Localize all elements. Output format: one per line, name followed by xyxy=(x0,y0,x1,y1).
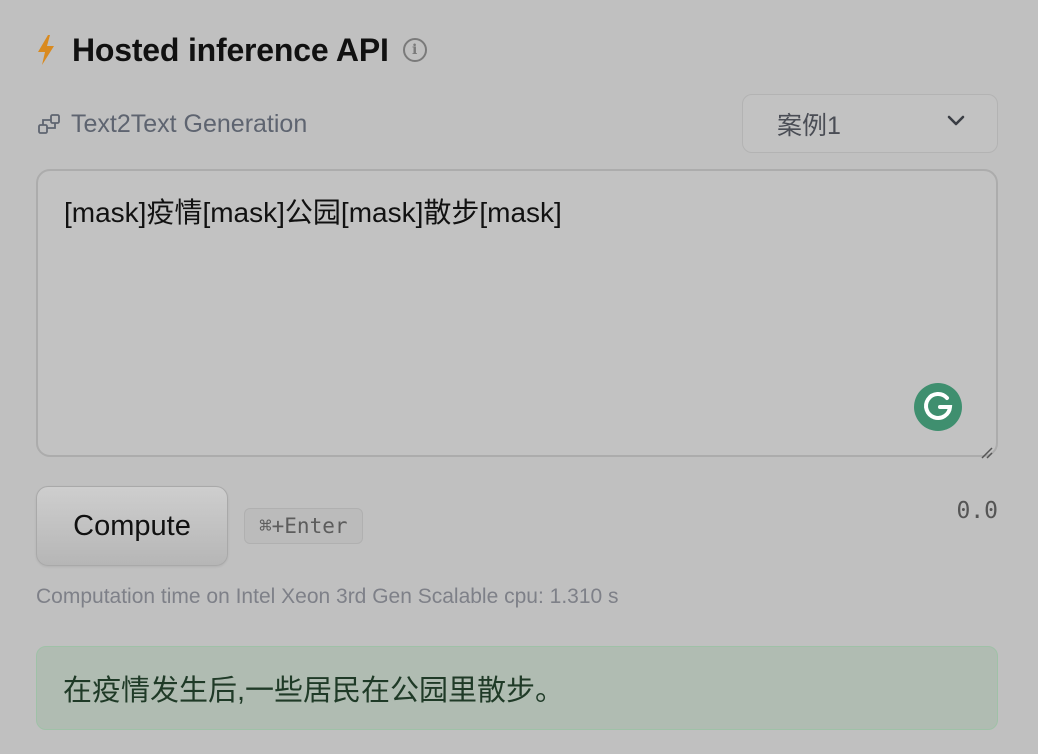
widget-title: Hosted inference API xyxy=(72,31,389,68)
examples-selected: 案例1 xyxy=(777,111,841,140)
resize-handle-icon[interactable] xyxy=(976,435,994,459)
grammarly-icon[interactable] xyxy=(914,383,962,431)
examples-dropdown[interactable]: 案例1 xyxy=(742,94,998,153)
input-textarea[interactable]: [mask]疫情[mask]公园[mask]散步[mask] xyxy=(36,169,998,459)
widget-header: Hosted inference API i xyxy=(36,28,427,72)
compute-button[interactable]: Compute xyxy=(36,486,228,566)
output-result: 在疫情发生后,一些居民在公园里散步。 xyxy=(36,646,998,730)
elapsed-timer: 0.0 xyxy=(956,498,998,524)
chevron-down-icon xyxy=(945,109,967,138)
keyboard-shortcut: ⌘+Enter xyxy=(244,508,363,544)
input-text: [mask]疫情[mask]公园[mask]散步[mask] xyxy=(64,197,562,228)
bolt-icon xyxy=(36,34,58,66)
task-label: Text2Text Generation xyxy=(71,109,308,138)
info-icon[interactable]: i xyxy=(402,38,427,62)
computation-time: Computation time on Intel Xeon 3rd Gen S… xyxy=(36,585,619,608)
output-text: 在疫情发生后,一些居民在公园里散步。 xyxy=(63,675,565,707)
text2text-icon xyxy=(37,112,61,136)
task-type: Text2Text Generation xyxy=(37,106,307,142)
